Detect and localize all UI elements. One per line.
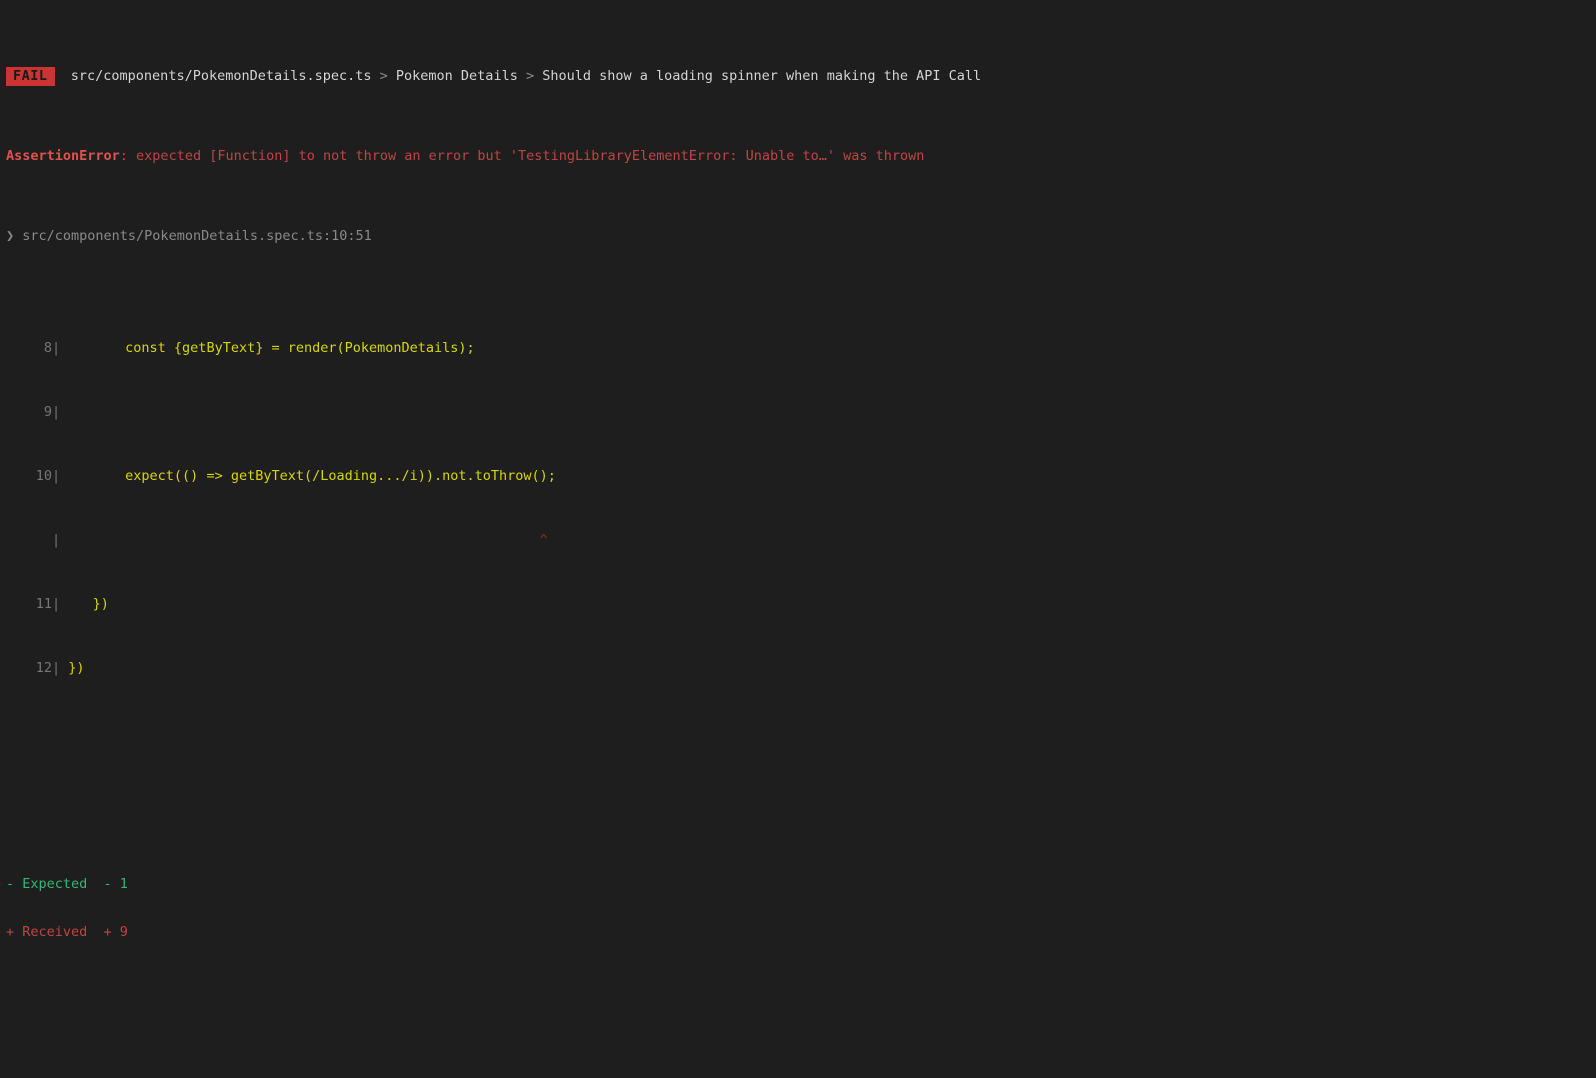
code-line-number: 10 [35,468,52,484]
expected-legend-label: - Expected - 1 [6,876,128,892]
code-line-number: 9 [43,404,52,420]
code-gutter-bar: | [52,660,61,676]
code-line-text: expect(() => getByText(/Loading.../i)).n… [60,468,556,484]
code-line-text: const {getByText} = render(PokemonDetail… [60,340,475,356]
code-caret-row: | ^ [0,532,1596,548]
terminal-output: FAIL src/components/PokemonDetails.spec.… [0,0,1596,1078]
code-gutter-bar: | [52,340,61,356]
location-arrow-icon: ❯ [6,228,23,244]
error-location-row[interactable]: ❯ src/components/PokemonDetails.spec.ts:… [0,228,1596,244]
code-line-text: }) [60,660,85,676]
code-gutter-bar: | [52,404,61,420]
code-frame: 8| const {getByText} = render(PokemonDet… [0,308,1596,708]
code-line-text: }) [60,596,109,612]
code-line-number: 8 [43,340,52,356]
code-line: 10| expect(() => getByText(/Loading.../i… [0,468,1596,484]
received-legend-label: + Received + 9 [6,924,128,940]
assertion-error-row: AssertionError: expected [Function] to n… [0,148,1596,164]
suite-name: Pokemon Details [395,68,518,84]
error-caret-icon: ^ [60,532,548,548]
code-gutter-bar: | [52,596,61,612]
code-line-number: 12 [35,660,52,676]
header-gap [55,68,71,84]
error-message: : expected [Function] to not throw an er… [119,148,925,164]
breadcrumb-sep-1: > [371,68,396,84]
code-gutter-bar: | [52,532,61,548]
test-name: Should show a loading spinner when makin… [542,68,982,84]
code-line: 12| }) [0,660,1596,676]
code-gutter-bar: | [52,468,61,484]
breadcrumb-sep-2: > [517,68,543,84]
code-line: 8| const {getByText} = render(PokemonDet… [0,340,1596,356]
code-line: 9| [0,404,1596,420]
fail-badge: FAIL [6,67,55,86]
code-line: 11| }) [0,596,1596,612]
fail-header-row: FAIL src/components/PokemonDetails.spec.… [0,67,1596,86]
code-line-number: 11 [35,596,52,612]
error-location[interactable]: src/components/PokemonDetails.spec.ts:10… [22,228,372,244]
diff-legend-expected: - Expected - 1 [0,876,1596,892]
error-type-label: AssertionError [6,148,120,164]
diff-legend-received: + Received + 9 [0,924,1596,940]
test-file-path[interactable]: src/components/PokemonDetails.spec.ts [71,68,372,84]
